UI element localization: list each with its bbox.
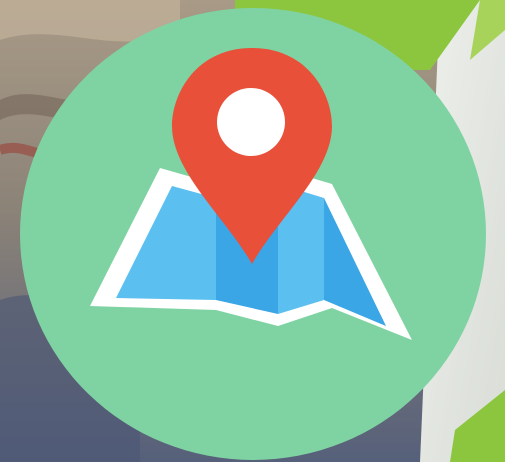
map-app-icon[interactable] (20, 8, 486, 460)
screenshot-canvas (0, 0, 505, 462)
map-pin-icon (20, 8, 486, 460)
location-pin-dot (217, 88, 285, 156)
